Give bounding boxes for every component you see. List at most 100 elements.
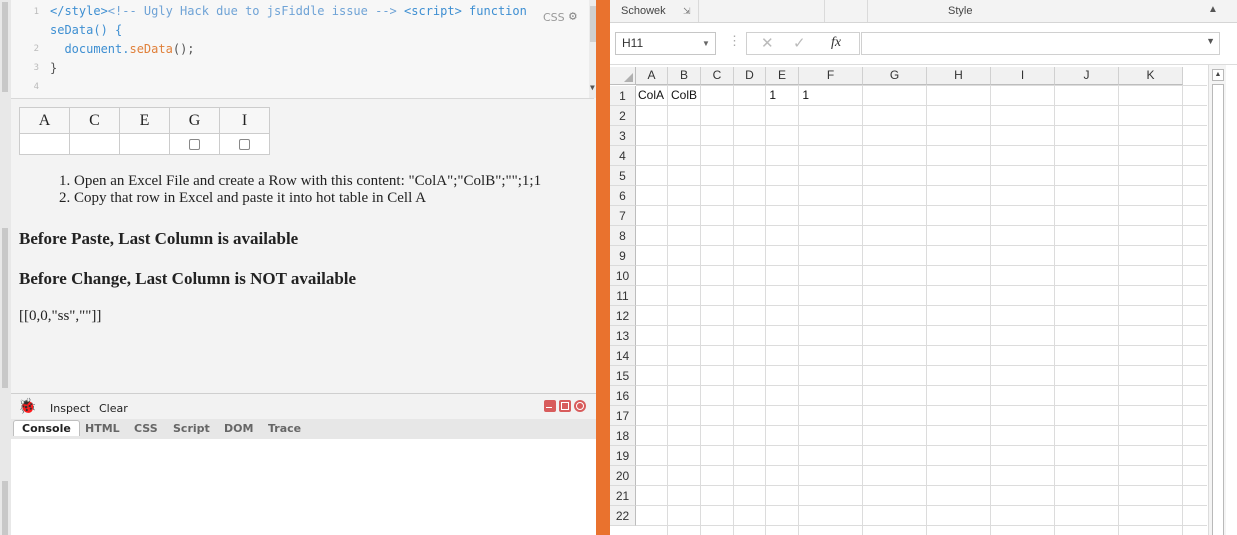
gridline-vertical [1182, 85, 1183, 535]
row-header[interactable]: 7 [610, 206, 636, 226]
hot-header-row: A C E G I [19, 107, 270, 134]
cell-B1[interactable]: ColB [671, 85, 697, 105]
code-tag: </style> [50, 4, 108, 18]
line-gutter: 1 2 3 4 [11, 0, 45, 98]
formula-buttons: ✕ ✓ fx [746, 32, 860, 55]
row-header[interactable]: 6 [610, 186, 636, 206]
row-header[interactable]: 20 [610, 466, 636, 486]
column-header[interactable]: H [927, 67, 991, 85]
inspect-button[interactable]: Inspect [50, 402, 90, 415]
code-object: document. [64, 42, 130, 56]
cell-D1[interactable]: 1 [735, 85, 776, 105]
column-header[interactable]: J [1055, 67, 1119, 85]
row-header[interactable]: 16 [610, 386, 636, 406]
row-header[interactable]: 10 [610, 266, 636, 286]
strip-handle[interactable] [2, 2, 8, 92]
hot-column-header[interactable]: A [19, 107, 70, 134]
row-header[interactable]: 19 [610, 446, 636, 466]
row-header[interactable]: 11 [610, 286, 636, 306]
hot-cell[interactable] [19, 133, 70, 155]
strip-handle[interactable] [2, 228, 8, 388]
hot-checkbox[interactable] [239, 138, 250, 150]
column-header[interactable]: D [734, 67, 766, 85]
vertical-scrollbar[interactable]: ▲ [1208, 65, 1226, 535]
hot-checkbox[interactable] [189, 138, 200, 150]
excel-window: Schowek ⇲ Style ▲ H11 ▼ ⋮ ✕ ✓ fx ▼ ABCDE… [610, 0, 1237, 535]
collapse-ribbon-icon[interactable]: ▲ [1208, 4, 1218, 15]
hot-column-header[interactable]: I [219, 107, 270, 134]
hot-cell[interactable] [169, 133, 220, 155]
expand-formula-icon[interactable]: ▼ [1206, 36, 1215, 46]
row-header[interactable]: 9 [610, 246, 636, 266]
hot-table[interactable]: A C E G I [19, 107, 270, 155]
code-comment: <!-- Ugly Hack due to jsFiddle issue --> [107, 4, 397, 18]
cell-E1[interactable]: 1 [778, 85, 809, 105]
fx-icon[interactable]: fx [831, 35, 841, 51]
row-header[interactable]: 4 [610, 146, 636, 166]
row-header[interactable]: 3 [610, 126, 636, 146]
row-header[interactable]: 12 [610, 306, 636, 326]
cancel-x-icon[interactable]: ✕ [761, 34, 774, 52]
tab-trace[interactable]: Trace [268, 422, 301, 435]
language-label[interactable]: CSS [543, 11, 565, 24]
hot-column-header[interactable]: C [69, 107, 120, 134]
row-header[interactable]: 21 [610, 486, 636, 506]
line-number: 4 [33, 82, 39, 92]
hot-cell[interactable] [69, 133, 120, 155]
hot-column-header[interactable]: E [119, 107, 170, 134]
column-header[interactable]: C [701, 67, 734, 85]
strip-handle[interactable] [2, 481, 8, 535]
clear-button[interactable]: Clear [99, 402, 128, 415]
cell-area[interactable]: ColA ColB 1 1 [636, 85, 1207, 535]
row-header[interactable]: 5 [610, 166, 636, 186]
column-header[interactable]: E [766, 67, 799, 85]
chevron-down-icon[interactable]: ▼ [702, 33, 710, 54]
column-header[interactable]: B [668, 67, 701, 85]
row-header[interactable]: 2 [610, 106, 636, 126]
tab-script[interactable]: Script [173, 422, 210, 435]
scroll-down-icon[interactable]: ▼ [590, 83, 595, 92]
code-editor[interactable]: 1 2 3 4 </style><!-- Ugly Hack due to js… [11, 0, 596, 99]
line-number: 3 [33, 63, 39, 73]
row-header[interactable]: 22 [610, 506, 636, 526]
row-header[interactable]: 14 [610, 346, 636, 366]
row-header[interactable]: 18 [610, 426, 636, 446]
tab-dom[interactable]: DOM [224, 422, 253, 435]
hot-cell[interactable] [119, 133, 170, 155]
bug-icon[interactable]: 🐞 [18, 397, 37, 415]
corner-triangle-icon [624, 73, 633, 82]
name-box[interactable]: H11 ▼ [615, 32, 716, 55]
gridline-vertical [765, 85, 766, 535]
console-output[interactable] [11, 439, 596, 535]
hot-cell[interactable] [219, 133, 270, 155]
tab-css[interactable]: CSS [134, 422, 158, 435]
scroll-up-icon[interactable]: ▲ [1212, 69, 1224, 81]
close-icon[interactable] [574, 400, 586, 412]
column-header[interactable]: F [799, 67, 863, 85]
row-header[interactable]: 15 [610, 366, 636, 386]
minimize-icon[interactable] [544, 400, 556, 412]
drag-handle-icon[interactable]: ⋮ [728, 33, 741, 49]
select-all-corner[interactable] [610, 67, 636, 85]
code-scrollbar[interactable]: ▼ [589, 0, 596, 98]
gridline-vertical [1054, 85, 1055, 535]
dialog-launcher-icon[interactable]: ⇲ [683, 6, 691, 17]
column-header[interactable]: I [991, 67, 1055, 85]
worksheet-grid[interactable]: ABCDEFGHIJK ColA ColB 1 1 1 2 3 4 5 6 7 8 9 10 11 1… [610, 65, 1237, 535]
tab-console[interactable]: Console [13, 420, 80, 436]
hot-column-header[interactable]: G [169, 107, 220, 134]
column-header[interactable]: K [1119, 67, 1183, 85]
column-header[interactable]: A [636, 67, 668, 85]
row-header[interactable]: 1 [610, 86, 636, 106]
maximize-icon[interactable] [559, 400, 571, 412]
formula-input[interactable]: ▼ [861, 32, 1220, 55]
tab-html[interactable]: HTML [85, 422, 120, 435]
row-header[interactable]: 17 [610, 406, 636, 426]
check-icon[interactable]: ✓ [793, 34, 806, 52]
scrollbar-thumb[interactable] [1212, 84, 1224, 535]
row-header[interactable]: 13 [610, 326, 636, 346]
column-header[interactable]: G [863, 67, 927, 85]
gear-icon[interactable]: ⚙ [569, 9, 577, 24]
cell-A1[interactable]: ColA [638, 85, 664, 105]
row-header[interactable]: 8 [610, 226, 636, 246]
